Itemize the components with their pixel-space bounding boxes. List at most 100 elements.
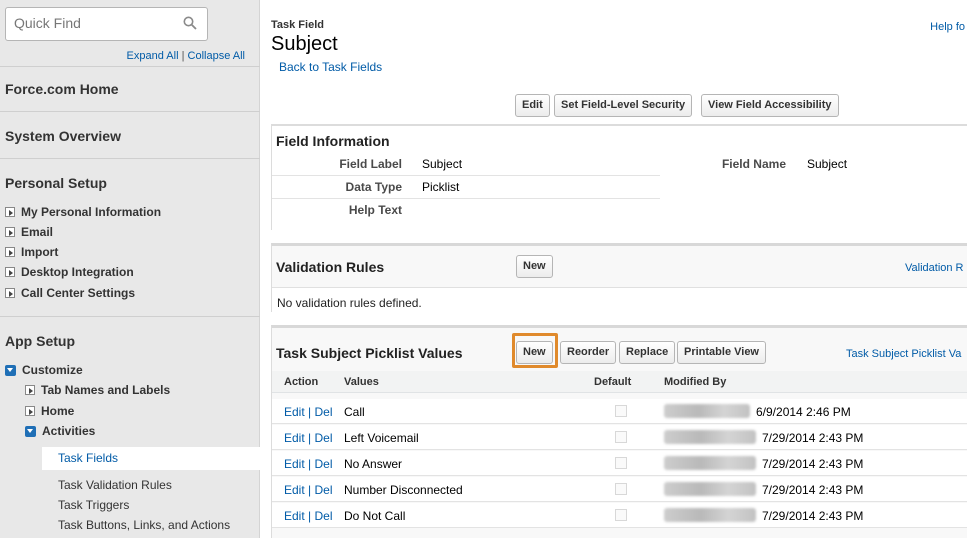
divider bbox=[272, 198, 660, 199]
divider bbox=[0, 66, 260, 67]
expand-icon[interactable] bbox=[25, 385, 35, 395]
printable-view-button[interactable]: Printable View bbox=[677, 341, 766, 364]
redacted-user-name bbox=[664, 456, 756, 470]
sidebar-item-home[interactable]: Home bbox=[25, 404, 74, 418]
set-field-level-security-button[interactable]: Set Field-Level Security bbox=[554, 94, 693, 117]
action-divider: | bbox=[308, 405, 312, 419]
help-text-label: Help Text bbox=[348, 203, 402, 217]
redacted-user-name bbox=[664, 404, 750, 418]
expand-icon[interactable] bbox=[5, 267, 15, 277]
picklist-value: Do Not Call bbox=[344, 509, 406, 523]
action-divider: | bbox=[308, 457, 312, 471]
main-content: Task Field Subject Back to Task Fields H… bbox=[261, 0, 967, 538]
quick-find-input[interactable] bbox=[6, 8, 166, 38]
expand-icon[interactable] bbox=[5, 247, 15, 257]
action-divider: | bbox=[308, 431, 312, 445]
expand-icon[interactable] bbox=[5, 227, 15, 237]
delete-link[interactable]: Del bbox=[315, 431, 333, 445]
table-row: Edit | Del No Answer 7/29/2014 2:43 PM bbox=[272, 451, 967, 476]
expand-icon[interactable] bbox=[5, 288, 15, 298]
divider bbox=[0, 158, 260, 159]
new-picklist-value-button[interactable]: New bbox=[516, 341, 553, 364]
sidebar-item-label: Activities bbox=[42, 424, 96, 438]
collapse-all-link[interactable]: Collapse All bbox=[188, 50, 245, 62]
force-home-link[interactable]: Force.com Home bbox=[5, 81, 119, 97]
back-to-task-fields-link[interactable]: Back to Task Fields bbox=[279, 60, 382, 74]
edit-link[interactable]: Edit bbox=[284, 509, 305, 523]
modified-date: 7/29/2014 2:43 PM bbox=[762, 457, 864, 471]
edit-link[interactable]: Edit bbox=[284, 431, 305, 445]
personal-setup-heading: Personal Setup bbox=[5, 175, 107, 191]
sidebar-item-call-center-settings[interactable]: Call Center Settings bbox=[5, 286, 135, 300]
delete-link[interactable]: Del bbox=[315, 509, 333, 523]
sidebar-item-desktop-integration[interactable]: Desktop Integration bbox=[5, 265, 134, 279]
validation-rules-help-link[interactable]: Validation R bbox=[905, 262, 964, 274]
delete-link[interactable]: Del bbox=[315, 483, 333, 497]
picklist-values-section: Task Subject Picklist Values New Reorder… bbox=[271, 325, 967, 538]
app-setup-heading: App Setup bbox=[5, 333, 75, 349]
table-row: Edit | Del Number Disconnected 7/29/2014… bbox=[272, 477, 967, 502]
delete-link[interactable]: Del bbox=[315, 457, 333, 471]
column-header-values: Values bbox=[344, 376, 379, 388]
sidebar-item-task-fields[interactable]: Task Fields bbox=[42, 447, 260, 470]
sidebar-item-customize[interactable]: Customize bbox=[5, 363, 83, 377]
sidebar-item-task-validation-rules[interactable]: Task Validation Rules bbox=[58, 478, 172, 492]
picklist-value: Number Disconnected bbox=[344, 483, 463, 497]
row-actions: Edit | Del bbox=[284, 483, 333, 497]
edit-link[interactable]: Edit bbox=[284, 457, 305, 471]
row-actions: Edit | Del bbox=[284, 431, 333, 445]
edit-button[interactable]: Edit bbox=[515, 94, 550, 117]
edit-link[interactable]: Edit bbox=[284, 483, 305, 497]
redacted-user-name bbox=[664, 508, 756, 522]
sidebar-item-activities[interactable]: Activities bbox=[25, 424, 95, 438]
redacted-user-name bbox=[664, 482, 756, 496]
table-header: Action Values Default Modified By bbox=[272, 371, 967, 393]
field-label-label: Field Label bbox=[339, 157, 402, 171]
action-divider: | bbox=[308, 509, 312, 523]
edit-link[interactable]: Edit bbox=[284, 405, 305, 419]
table-row: Edit | Del Call 6/9/2014 2:46 PM bbox=[272, 399, 967, 424]
collapse-icon[interactable] bbox=[5, 364, 16, 376]
replace-button[interactable]: Replace bbox=[619, 341, 676, 364]
sidebar-item-label: Desktop Integration bbox=[21, 265, 134, 279]
sidebar-item-task-buttons[interactable]: Task Buttons, Links, and Actions bbox=[58, 518, 230, 532]
modified-date: 7/29/2014 2:43 PM bbox=[762, 509, 864, 523]
expand-collapse-links: Expand All | Collapse All bbox=[127, 50, 245, 62]
new-validation-rule-button[interactable]: New bbox=[516, 255, 553, 278]
system-overview-link[interactable]: System Overview bbox=[5, 128, 121, 144]
picklist-help-link[interactable]: Task Subject Picklist Va bbox=[846, 348, 961, 360]
data-type-label: Data Type bbox=[345, 180, 402, 194]
sidebar-item-label: Email bbox=[21, 225, 54, 239]
picklist-value: No Answer bbox=[344, 457, 403, 471]
sidebar-item-tab-names[interactable]: Tab Names and Labels bbox=[25, 383, 170, 397]
row-actions: Edit | Del bbox=[284, 509, 333, 523]
default-checkbox bbox=[615, 405, 627, 417]
sidebar-item-my-personal-information[interactable]: My Personal Information bbox=[5, 205, 161, 219]
sidebar-item-task-triggers[interactable]: Task Triggers bbox=[58, 498, 129, 512]
divider bbox=[272, 175, 660, 176]
sidebar-item-label: Import bbox=[21, 245, 59, 259]
section-title: Validation Rules bbox=[276, 259, 385, 275]
help-link[interactable]: Help fo bbox=[930, 21, 965, 33]
expand-all-link[interactable]: Expand All bbox=[127, 50, 179, 62]
validation-rules-section: Validation Rules New Validation R No val… bbox=[271, 243, 967, 315]
sidebar-item-email[interactable]: Email bbox=[5, 225, 53, 239]
column-header-default: Default bbox=[594, 376, 632, 388]
search-icon[interactable] bbox=[183, 16, 197, 30]
view-field-accessibility-button[interactable]: View Field Accessibility bbox=[701, 94, 839, 117]
picklist-value: Left Voicemail bbox=[344, 431, 419, 445]
reorder-button[interactable]: Reorder bbox=[560, 341, 617, 364]
sidebar-item-label: Home bbox=[41, 404, 75, 418]
column-header-action: Action bbox=[284, 376, 319, 388]
column-header-modified-by: Modified By bbox=[664, 376, 727, 388]
divider bbox=[0, 316, 260, 317]
sidebar-item-label: Customize bbox=[22, 363, 83, 377]
default-checkbox bbox=[615, 509, 627, 521]
sidebar-item-import[interactable]: Import bbox=[5, 245, 58, 259]
expand-icon[interactable] bbox=[25, 406, 35, 416]
expand-icon[interactable] bbox=[5, 207, 15, 217]
collapse-icon[interactable] bbox=[25, 425, 36, 437]
table-row: Edit | Del Left Voicemail 7/29/2014 2:43… bbox=[272, 425, 967, 450]
modified-date: 7/29/2014 2:43 PM bbox=[762, 431, 864, 445]
delete-link[interactable]: Del bbox=[315, 405, 333, 419]
